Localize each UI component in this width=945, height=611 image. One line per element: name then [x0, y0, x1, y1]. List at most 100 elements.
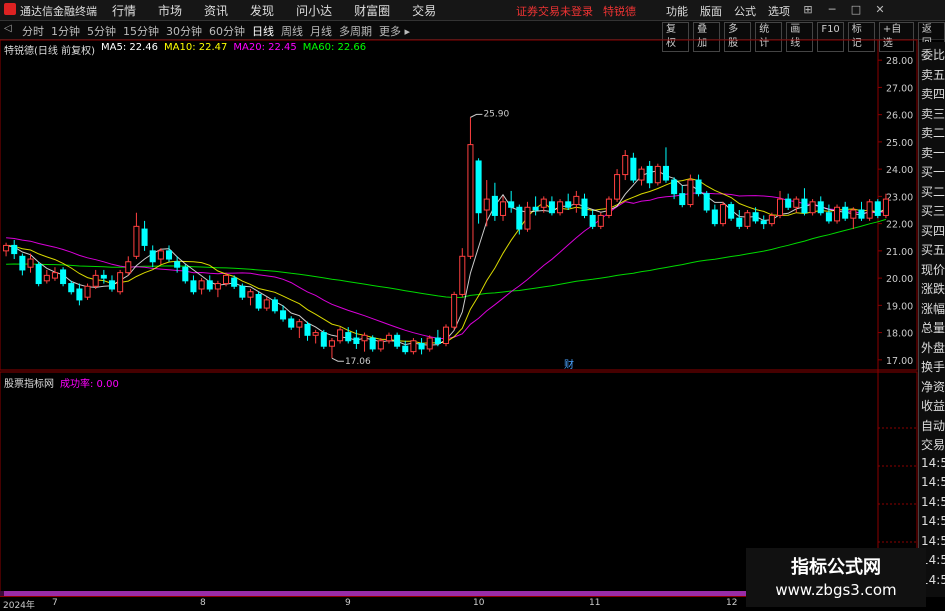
menu-news[interactable]: 资讯 — [204, 2, 228, 19]
adjust-button[interactable]: 复权 — [662, 22, 690, 52]
candle-body — [597, 214, 604, 227]
candle-body — [581, 198, 588, 216]
side-panel-item: 净资 — [921, 379, 945, 394]
candle-body — [768, 214, 775, 225]
candle-body — [35, 263, 42, 285]
candle-body — [728, 204, 735, 219]
tab-60min[interactable]: 60分钟 — [209, 23, 245, 39]
candle-body — [337, 329, 344, 342]
overlay-button[interactable]: 叠加 — [693, 22, 721, 52]
candle-body — [524, 206, 531, 230]
close-icon[interactable]: ✕ — [873, 3, 887, 16]
candle-body — [182, 266, 189, 282]
candle-body — [744, 212, 751, 227]
candle-body — [850, 209, 857, 219]
menu-options[interactable]: 选项 — [768, 3, 790, 19]
side-panel-item: 卖五 — [921, 67, 945, 82]
candle-body — [776, 198, 784, 216]
candle-body — [882, 198, 889, 216]
side-panel-item: 涨幅 — [921, 301, 945, 316]
minimize-icon[interactable]: ─ — [825, 3, 839, 16]
candle-body — [369, 337, 376, 350]
candle-body — [206, 280, 213, 290]
maximize-icon[interactable]: □ — [849, 3, 863, 16]
main-pane-border — [0, 39, 918, 371]
app-logo-icon — [4, 3, 16, 15]
candlestick-chart: 28.00 27.00 26.00 25.00 24.00 23.00 22.00 21.00… — [0, 39, 918, 597]
candle-body — [736, 217, 743, 227]
price-tick-label: 28.00 — [886, 56, 913, 67]
candle-body — [842, 206, 849, 219]
side-panel-item: 现价 — [921, 262, 945, 277]
f10-button[interactable]: F10 — [817, 22, 844, 52]
price-tick-label: 23.00 — [886, 192, 913, 203]
statistics-button[interactable]: 统计 — [755, 22, 783, 52]
watermark: 指标公式网 www.zbgs3.com — [746, 548, 926, 607]
menu-layout[interactable]: 版面 — [700, 3, 722, 19]
time-label: 8 — [200, 598, 206, 608]
time-label: 12 — [726, 598, 738, 608]
candle-body — [255, 293, 262, 309]
multi-stock-button[interactable]: 多股 — [724, 22, 752, 52]
candle-body — [328, 340, 335, 347]
tab-30min[interactable]: 30分钟 — [166, 23, 202, 39]
candle-body — [60, 269, 67, 285]
side-panel-item: 14:50 — [921, 514, 945, 528]
candle-body — [451, 293, 458, 328]
tab-intraday[interactable]: 分时 — [22, 23, 44, 39]
tab-weekly[interactable]: 周线 — [281, 23, 303, 39]
draw-line-button[interactable]: 画线 — [786, 22, 814, 52]
tab-1min[interactable]: 1分钟 — [51, 23, 80, 39]
tab-15min[interactable]: 15分钟 — [123, 23, 159, 39]
candle-body — [662, 165, 669, 181]
candle-body — [483, 198, 490, 211]
candle-body — [491, 195, 498, 216]
menu-wealth-circle[interactable]: 财富圈 — [354, 2, 390, 19]
high-label: 25.90 — [483, 109, 509, 119]
candle-body — [703, 193, 710, 211]
restore-layout-icon[interactable]: ⊞ — [801, 3, 815, 16]
menu-formula[interactable]: 公式 — [734, 3, 756, 19]
candle-body — [760, 220, 767, 225]
menu-quotes[interactable]: 行情 — [112, 2, 136, 19]
menu-functions[interactable]: 功能 — [666, 3, 688, 19]
side-panel-item[interactable]: 自动 — [921, 417, 945, 434]
side-panel-item: 买四 — [921, 223, 945, 238]
side-panel-item: 委比 — [921, 48, 945, 62]
side-panel-item: 总量 — [921, 321, 945, 335]
tab-monthly[interactable]: 月线 — [310, 23, 332, 39]
ma10-line — [6, 178, 886, 344]
back-arrow-icon[interactable]: ◁ — [4, 23, 12, 34]
tab-more[interactable]: 更多 ▸ — [379, 23, 410, 39]
mark-button[interactable]: 标记 — [847, 22, 875, 52]
menu-ask-xiaoda[interactable]: 问小达 — [296, 2, 332, 19]
candle-body — [679, 193, 686, 206]
tab-daily[interactable]: 日线 — [252, 23, 274, 39]
candle-body — [198, 280, 205, 290]
menu-market[interactable]: 市场 — [158, 2, 182, 19]
side-panel-item: 买一 — [921, 165, 945, 179]
candle-body — [3, 244, 10, 252]
candle-body — [516, 206, 523, 230]
ma20-line — [6, 192, 886, 340]
ma5-label: MA5: 22.46 — [100, 42, 158, 53]
side-panel-item: 卖四 — [921, 87, 945, 101]
indicator-name[interactable]: 股票指标网 — [4, 375, 54, 390]
login-notice[interactable]: 证券交易未登录 — [516, 3, 593, 19]
candle-body — [76, 288, 83, 301]
candle-body — [565, 201, 572, 208]
candle-body — [141, 228, 148, 246]
period-tabs: 分时 1分钟 5分钟 15分钟 30分钟 60分钟 日线 周线 月线 多周期 更… — [22, 23, 410, 39]
candle-body — [296, 321, 303, 328]
candle-body — [426, 337, 433, 350]
add-watchlist-button[interactable]: +自选 — [878, 22, 914, 52]
price-tick-label: 17.00 — [886, 356, 913, 367]
candle-body — [817, 201, 824, 214]
candle-body — [557, 201, 564, 214]
tab-5min[interactable]: 5分钟 — [87, 23, 116, 39]
menu-trade[interactable]: 交易 — [412, 2, 436, 19]
side-panel-item[interactable]: 交易 — [921, 436, 945, 453]
menu-discover[interactable]: 发现 — [250, 2, 274, 19]
side-panel-item: 卖二 — [921, 126, 945, 140]
tab-multi-period[interactable]: 多周期 — [339, 23, 372, 39]
